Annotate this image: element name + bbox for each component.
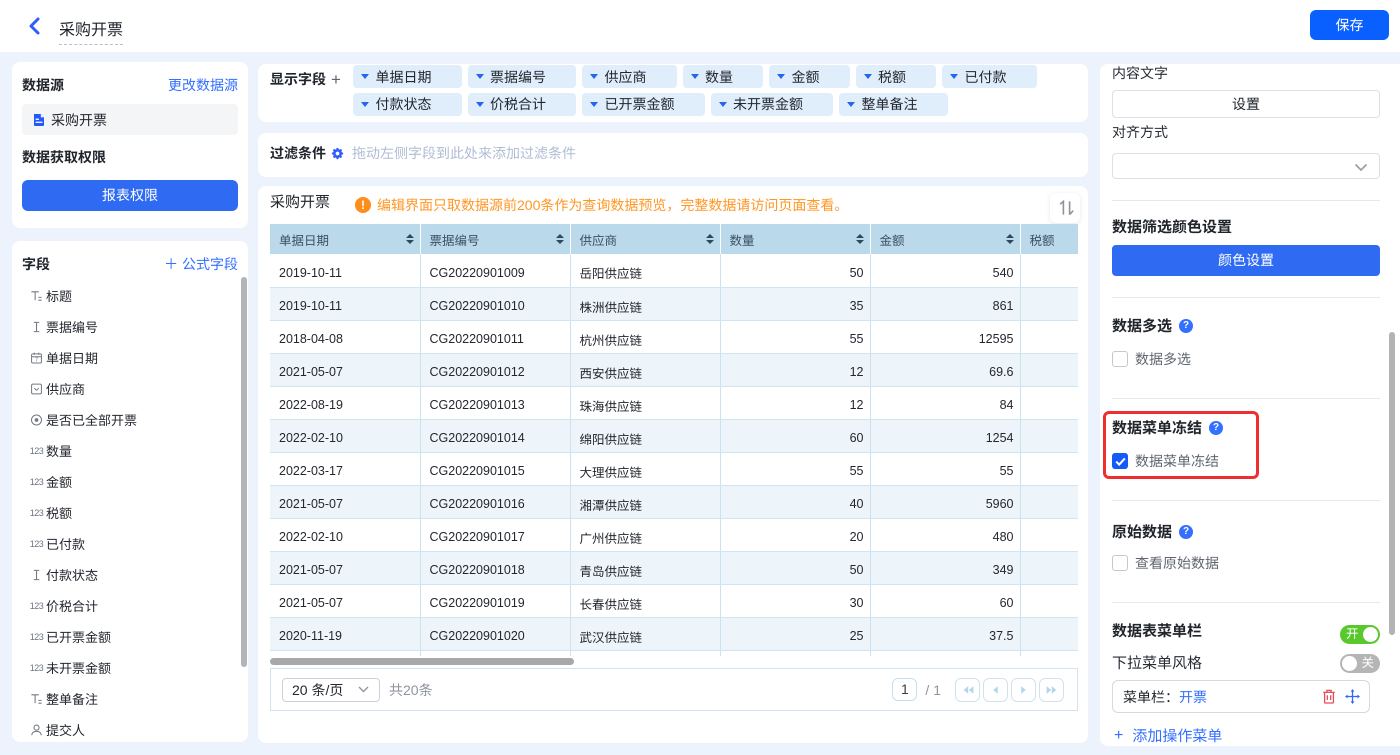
- svg-text:7: 7: [35, 357, 38, 363]
